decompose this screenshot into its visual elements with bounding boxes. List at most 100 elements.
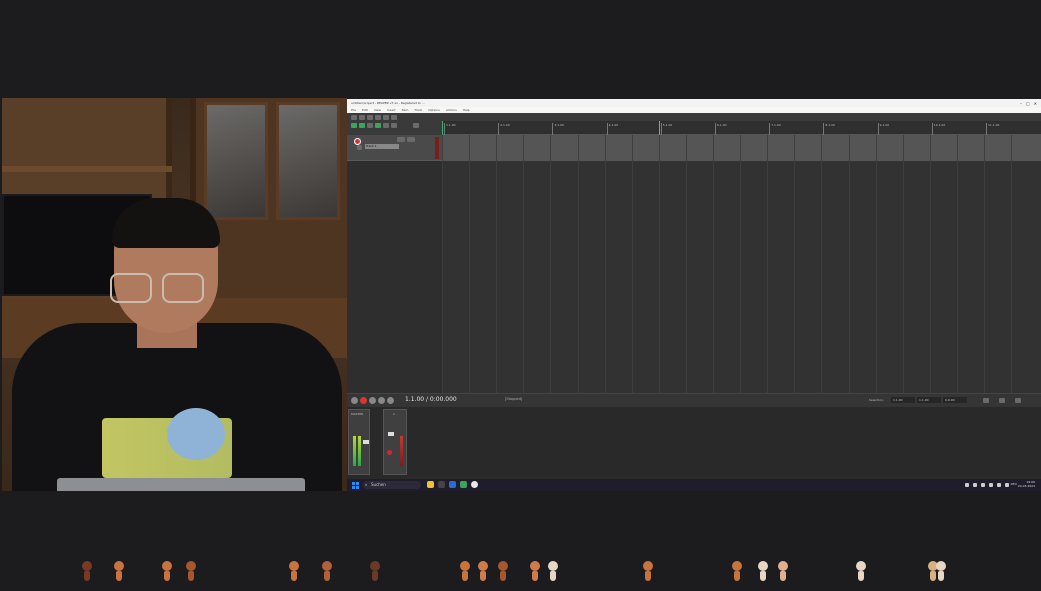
master-label: MASTER [351, 412, 364, 416]
glasses-right-lens [162, 273, 204, 303]
grid-line [875, 135, 877, 393]
menu-item[interactable]: Help [463, 108, 470, 112]
browser-icon[interactable] [460, 481, 467, 488]
pencil-icon[interactable] [413, 123, 419, 128]
go-to-start-icon[interactable] [351, 397, 358, 404]
track-strip-label: 1 [393, 412, 395, 416]
ruler-tick-label: 4.1.00 [606, 123, 618, 135]
tempo-icon[interactable] [999, 398, 1005, 403]
menu-item[interactable]: Actions [446, 108, 457, 112]
minimize-icon[interactable]: – [1020, 101, 1022, 106]
record-button[interactable] [360, 397, 367, 404]
play-button[interactable] [369, 397, 376, 404]
cabinet-door-right [276, 102, 340, 220]
grid-line [767, 135, 769, 393]
grid-toggle-icon[interactable] [351, 123, 357, 128]
ripple-edit-icon[interactable] [367, 123, 373, 128]
emote-figure [370, 561, 380, 581]
tray-app-icon [973, 483, 977, 487]
track-control-panel[interactable]: Track 1 [347, 135, 442, 161]
grid-line [713, 135, 714, 393]
menu-item[interactable]: Options [428, 108, 440, 112]
open-project-icon[interactable] [359, 115, 365, 120]
tray-app-icon [981, 483, 985, 487]
ruler-tick-label: 5.1.00 [660, 123, 672, 135]
reaper-icon[interactable] [471, 481, 478, 488]
close-icon[interactable]: ✕ [1034, 101, 1037, 106]
metronome-icon[interactable] [391, 123, 397, 128]
emote-figure [856, 561, 866, 581]
selection-start-field[interactable]: 1.1.00 [891, 397, 915, 403]
menu-item[interactable]: Track [414, 108, 422, 112]
maximize-icon[interactable]: □ [1026, 101, 1030, 106]
menu-item[interactable]: Edit [362, 108, 368, 112]
menu-item[interactable]: File [351, 108, 356, 112]
route-button[interactable] [407, 137, 415, 142]
menu-item[interactable]: Insert [387, 108, 396, 112]
taskbar-search[interactable]: ⌕ Suchen [363, 481, 421, 489]
menu-item[interactable]: Item [402, 108, 409, 112]
arrange-view[interactable] [442, 121, 1041, 393]
stop-button[interactable] [378, 397, 385, 404]
settings-icon[interactable] [375, 115, 381, 120]
envelope-lock-icon[interactable] [383, 123, 389, 128]
wifi-icon [997, 483, 1001, 487]
window-controls: – □ ✕ [1020, 101, 1037, 106]
grid-line [469, 135, 471, 393]
emote-figure [530, 561, 540, 581]
master-meter-left [353, 436, 356, 466]
track-strip[interactable]: 1 [383, 409, 407, 475]
windows-start-icon[interactable] [352, 482, 359, 489]
emote-figure [186, 561, 196, 581]
timeline-ruler[interactable]: 1.1.00 2.1.00 3.1.00 4.1.00 5.1.00 6.1.00 7.1.… [442, 121, 1041, 135]
ruler-tick-label: 11.1.00 [986, 123, 999, 135]
grid-line [848, 135, 850, 393]
track-list-empty-area[interactable] [347, 161, 442, 393]
track-name-field[interactable]: Track 1 [365, 144, 399, 149]
emote-figure [460, 561, 470, 581]
grid-line [1011, 135, 1013, 393]
snap-toggle-icon[interactable] [359, 123, 365, 128]
transport-bar: 1.1.00 / 0:00.000 [Stopped] Selection: 1… [347, 393, 1041, 407]
track-fader[interactable] [388, 432, 394, 436]
menu-item[interactable]: View [374, 108, 381, 112]
selection-length-field[interactable]: 0.0.00 [943, 397, 967, 403]
grid-line [984, 135, 985, 393]
record-arm-icon[interactable] [354, 138, 361, 145]
undo-icon[interactable] [383, 115, 389, 120]
tray-language[interactable]: DEU [1011, 482, 1017, 486]
rate-icon[interactable] [983, 398, 989, 403]
strip-record-arm-icon[interactable] [387, 450, 392, 455]
emote-figure [82, 561, 92, 581]
tray-clock[interactable]: 19:06 24.03.2024 [1018, 480, 1035, 488]
track-lane[interactable] [442, 135, 1041, 161]
emote-figure [643, 561, 653, 581]
pause-button[interactable] [387, 397, 394, 404]
ruler-tick-label: 3.1.00 [552, 123, 564, 135]
master-fader[interactable] [363, 440, 369, 444]
selection-end-field[interactable]: 1.1.00 [917, 397, 941, 403]
windows-taskbar: ⌕ Suchen 19:06 24.03.2024 DEU [347, 479, 1041, 491]
file-explorer-icon[interactable] [427, 481, 434, 488]
grid-line [821, 135, 823, 393]
ruler-tick-label: 9.1.00 [877, 123, 889, 135]
auto-crossfade-icon[interactable] [375, 123, 381, 128]
grid-line [604, 135, 606, 393]
emote-figure [289, 561, 299, 581]
new-project-icon[interactable] [351, 115, 357, 120]
webcam-feed [2, 98, 347, 491]
system-tray-icons [965, 483, 1009, 487]
emote-figure [758, 561, 768, 581]
grid-line [740, 135, 742, 393]
store-icon[interactable] [449, 481, 456, 488]
timesig-icon[interactable] [1015, 398, 1021, 403]
save-project-icon[interactable] [367, 115, 373, 120]
redo-icon[interactable] [391, 115, 397, 120]
task-view-icon[interactable] [438, 481, 445, 488]
mute-button[interactable] [357, 145, 362, 150]
ruler-tick-label: 1.1.00 [444, 123, 456, 135]
master-strip[interactable]: MASTER [348, 409, 370, 475]
emote-bar [0, 555, 1041, 591]
fx-button[interactable] [397, 137, 405, 142]
ruler-tick-label: 8.1.00 [823, 123, 835, 135]
